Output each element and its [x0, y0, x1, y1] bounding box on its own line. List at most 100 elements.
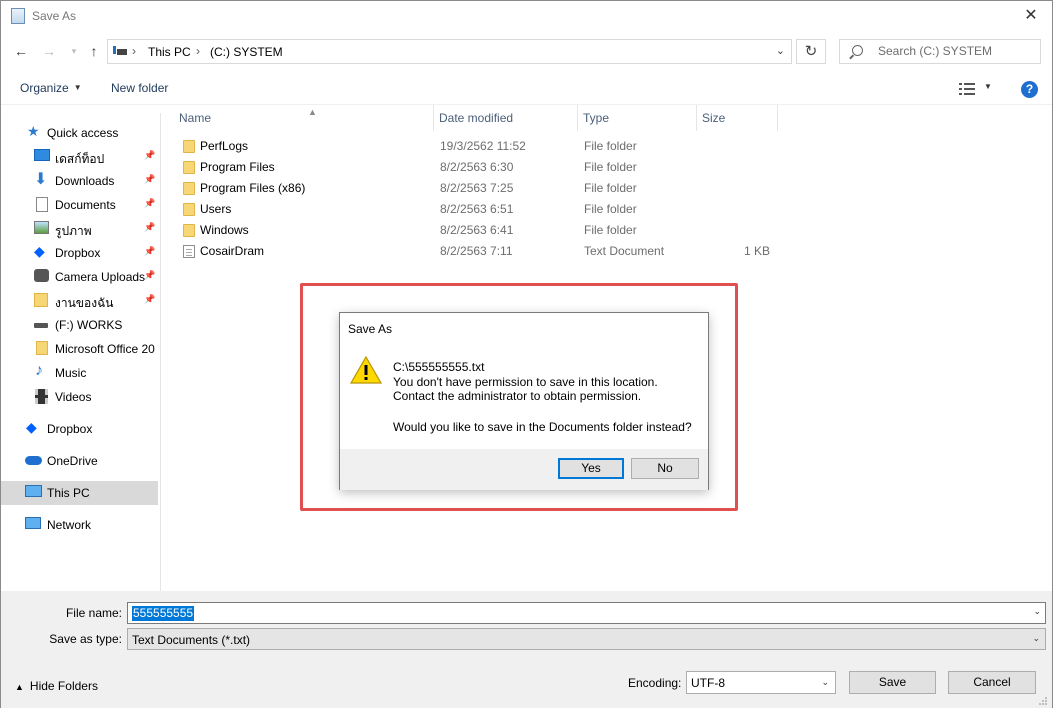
dialog-title: Save As — [348, 322, 393, 336]
search-input[interactable] — [878, 44, 1033, 58]
cancel-button[interactable]: Cancel — [948, 671, 1036, 694]
sidebar-item-music[interactable]: ♪ Music — [1, 361, 158, 385]
sidebar-item-label: Downloads — [55, 174, 115, 188]
sidebar-item-label: รูปภาพ — [55, 224, 92, 238]
camera-icon — [34, 269, 49, 282]
chevron-down-icon: ⌄ — [821, 677, 829, 687]
file-name-value: 555555555 — [132, 606, 195, 621]
search-box[interactable] — [839, 39, 1041, 64]
music-icon: ♪ — [35, 362, 43, 379]
sidebar-item-network[interactable]: Network — [1, 513, 158, 537]
star-icon: ★ — [27, 123, 40, 139]
file-row[interactable]: PerfLogs 19/3/2562 11:52 File folder — [163, 136, 783, 157]
drive-icon — [34, 323, 48, 328]
address-bar[interactable]: › This PC › (C:) SYSTEM ⌄ — [107, 39, 792, 64]
file-name: Users — [200, 202, 232, 216]
save-as-window: Save As ✕ ← → ▾ ↑ › This PC › (C:) SYSTE… — [0, 0, 1053, 708]
column-header-size[interactable]: Size — [697, 105, 778, 131]
dialog-message-line2: Contact the administrator to obtain perm… — [393, 389, 642, 403]
up-arrow-icon[interactable]: ↑ — [85, 41, 103, 61]
yes-button[interactable]: Yes — [558, 458, 624, 479]
file-name: Program Files — [200, 160, 275, 174]
sidebar-item-documents[interactable]: Documents 📌 — [1, 193, 158, 217]
no-button[interactable]: No — [631, 458, 699, 479]
title-bar: Save As ✕ — [1, 1, 1052, 31]
organize-button[interactable]: Organize ▼ — [20, 81, 82, 95]
hide-folders-button[interactable]: ▲ Hide Folders — [15, 679, 98, 693]
file-name-label: File name: — [65, 606, 122, 620]
sidebar-item-microsoft-office[interactable]: Microsoft Office 20 — [1, 337, 158, 361]
refresh-button[interactable]: ↻ — [796, 39, 826, 64]
sidebar-item-pictures[interactable]: รูปภาพ 📌 — [1, 217, 158, 241]
file-row[interactable]: CosairDram 8/2/2563 7:11 Text Document 1… — [163, 241, 783, 262]
dialog-path: C:\555555555.txt — [393, 360, 485, 374]
file-row[interactable]: Program Files 8/2/2563 6:30 File folder — [163, 157, 783, 178]
view-options-icon[interactable] — [959, 83, 975, 95]
breadcrumb-separator-icon: › — [132, 44, 136, 58]
forward-arrow-icon[interactable]: → — [40, 41, 58, 61]
sidebar-item-label: Camera Uploads — [55, 270, 146, 284]
column-header-name[interactable]: ▲ Name — [174, 105, 434, 131]
breadcrumb-c-system[interactable]: (C:) SYSTEM — [210, 45, 283, 59]
file-name: CosairDram — [200, 244, 265, 258]
download-icon: ⬇ — [34, 171, 48, 188]
sidebar-item-dropbox-pinned[interactable]: ◆ Dropbox 📌 — [1, 241, 158, 265]
recent-locations-chevron-icon[interactable]: ▾ — [65, 41, 83, 61]
chevron-down-icon[interactable]: ⌄ — [1033, 606, 1041, 617]
encoding-select[interactable]: UTF-8 ⌄ — [686, 671, 836, 694]
folder-icon — [183, 161, 195, 174]
file-name-input[interactable]: 555555555 ⌄ — [127, 602, 1046, 624]
column-header-date[interactable]: Date modified — [434, 105, 578, 131]
resize-grip-icon[interactable] — [1038, 696, 1048, 706]
sidebar-item-onedrive[interactable]: OneDrive — [1, 449, 158, 473]
file-row[interactable]: Program Files (x86) 8/2/2563 7:25 File f… — [163, 178, 783, 199]
dialog-body: C:\555555555.txt You don't have permissi… — [340, 343, 708, 449]
organize-label: Organize — [20, 81, 69, 95]
file-date: 8/2/2563 6:51 — [440, 202, 514, 216]
window-title: Save As — [32, 9, 77, 23]
view-dropdown-icon[interactable]: ▼ — [984, 82, 992, 91]
pin-icon: 📌 — [144, 174, 156, 184]
command-toolbar: Organize ▼ New folder ▼ ? — [1, 73, 1052, 105]
folder-icon — [183, 203, 195, 216]
sidebar-item-quick-access[interactable]: ★ Quick access — [1, 121, 158, 145]
sidebar-item-this-pc[interactable]: This PC — [1, 481, 158, 505]
sidebar-item-my-work[interactable]: งานของฉัน 📌 — [1, 289, 158, 313]
help-icon[interactable]: ? — [1021, 81, 1038, 98]
sidebar-item-label: งานของฉัน — [55, 296, 114, 310]
dialog-message-line1: You don't have permission to save in thi… — [393, 375, 658, 389]
save-options-panel: File name: 555555555 ⌄ Save as type: Tex… — [1, 591, 1052, 708]
pin-icon: 📌 — [144, 246, 156, 256]
close-button[interactable]: ✕ — [1020, 5, 1042, 27]
hide-folders-label: Hide Folders — [29, 679, 98, 693]
sidebar-item-desktop[interactable]: เดสก์ท็อป 📌 — [1, 145, 158, 169]
column-header-type[interactable]: Type — [578, 105, 697, 131]
new-folder-button[interactable]: New folder — [111, 81, 168, 95]
save-button[interactable]: Save — [849, 671, 936, 694]
address-dropdown-icon[interactable]: ⌄ — [776, 44, 785, 57]
network-icon — [25, 517, 41, 529]
file-date: 8/2/2563 6:41 — [440, 223, 514, 237]
sidebar-item-videos[interactable]: Videos — [1, 385, 158, 409]
file-date: 19/3/2562 11:52 — [440, 139, 526, 153]
sidebar-item-camera-uploads[interactable]: Camera Uploads 📌 — [1, 265, 158, 289]
back-arrow-icon[interactable]: ← — [12, 41, 30, 61]
pc-icon — [113, 46, 127, 56]
pin-icon: 📌 — [144, 270, 156, 280]
file-row[interactable]: Users 8/2/2563 6:51 File folder — [163, 199, 783, 220]
encoding-value: UTF-8 — [691, 676, 725, 690]
save-type-label: Save as type: — [49, 632, 122, 646]
sort-ascending-icon: ▲ — [308, 107, 317, 117]
text-document-icon — [183, 245, 195, 258]
save-type-select[interactable]: Text Documents (*.txt) ⌄ — [127, 628, 1046, 650]
sidebar-item-label: Dropbox — [55, 246, 101, 260]
file-row[interactable]: Windows 8/2/2563 6:41 File folder — [163, 220, 783, 241]
onedrive-icon — [25, 456, 42, 465]
sidebar-item-dropbox[interactable]: ◆ Dropbox — [1, 417, 158, 441]
sidebar-item-f-works[interactable]: (F:) WORKS — [1, 313, 158, 337]
breadcrumb-this-pc[interactable]: This PC — [148, 45, 191, 59]
sidebar-item-label: Videos — [55, 390, 92, 404]
sidebar-item-downloads[interactable]: ⬇ Downloads 📌 — [1, 169, 158, 193]
videos-icon — [35, 389, 48, 404]
sidebar-item-label: OneDrive — [47, 454, 98, 468]
